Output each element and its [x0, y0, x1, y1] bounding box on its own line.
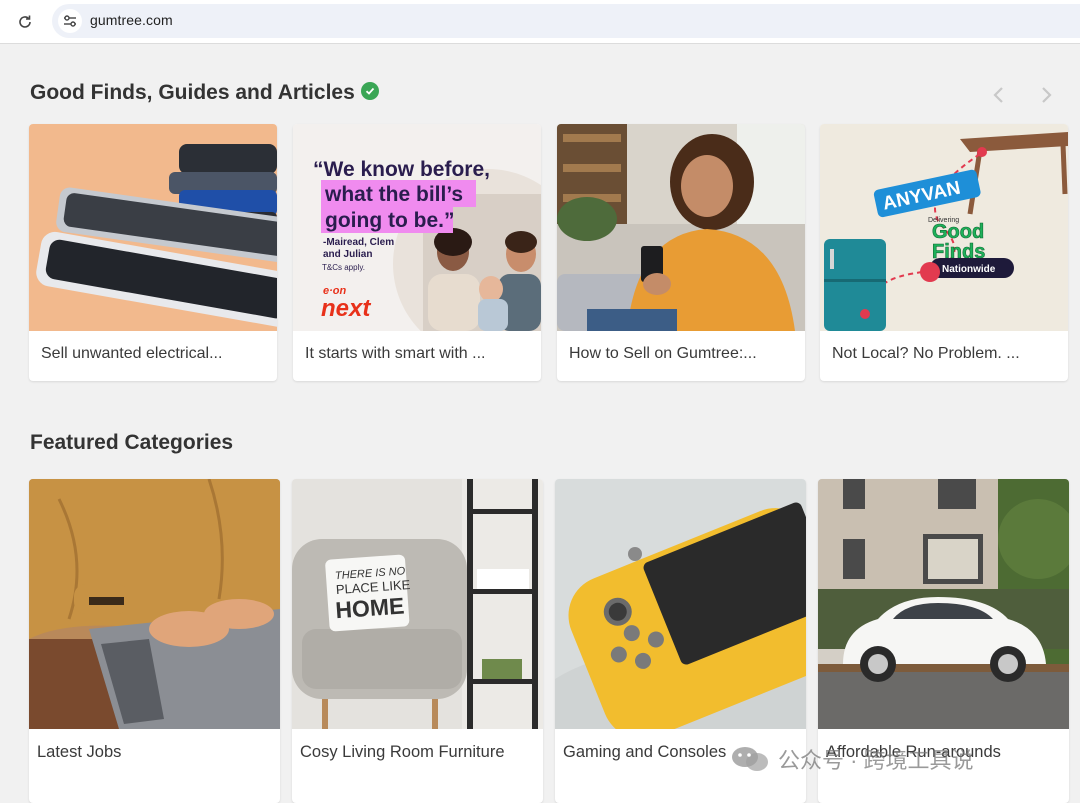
category-caption: Gaming and Consoles: [563, 743, 727, 761]
article-card-how-to-sell[interactable]: How to Sell on Gumtree:...: [557, 124, 805, 381]
url-text[interactable]: gumtree.com: [90, 12, 173, 28]
anyvan-ad-image: ANYVAN Delivering Good Finds Nationwide: [820, 124, 1068, 331]
armchair-image: THERE IS NO PLACE LIKE HOME: [292, 479, 543, 729]
nationwide-text: Nationwide: [942, 264, 996, 275]
wechat-icon: [730, 745, 770, 773]
carousel-prev-button[interactable]: [986, 82, 1012, 108]
category-card-furniture[interactable]: THERE IS NO PLACE LIKE HOME Cosy Living …: [292, 479, 543, 803]
article-caption: Not Local? No Problem. ...: [832, 345, 1020, 362]
tune-icon[interactable]: [58, 9, 82, 33]
pillow-line3: HOME: [334, 592, 405, 623]
watermark: 公众号 · 跨境工具说: [730, 742, 974, 776]
svg-text:and Julian: and Julian: [323, 249, 372, 260]
category-card-jobs[interactable]: Latest Jobs: [29, 479, 280, 803]
woman-phone-image: [557, 124, 805, 331]
laptop-typing-image: [29, 479, 280, 729]
article-card-electricals[interactable]: Sell unwanted electrical...: [29, 124, 277, 381]
check-badge-icon: [360, 82, 379, 100]
chevron-right-icon: [1042, 87, 1052, 103]
watermark-text: 公众号 · 跨境工具说: [778, 748, 974, 773]
ad-quote-line3: going to be.”: [325, 209, 454, 232]
article-caption: Sell unwanted electrical...: [41, 345, 223, 362]
article-caption: It starts with smart with ...: [305, 345, 486, 362]
browser-toolbar: gumtree.com: [0, 0, 1080, 44]
address-bar[interactable]: gumtree.com: [52, 4, 1080, 38]
svg-text:-Mairead, Clem: -Mairead, Clem: [323, 237, 394, 248]
good-text: Good: [932, 221, 984, 243]
article-card-not-local[interactable]: ANYVAN Delivering Good Finds Nationwide …: [820, 124, 1068, 381]
good-finds-title: Good Finds, Guides and Articles: [30, 81, 355, 104]
good-finds-heading: Good Finds, Guides and Articles: [30, 81, 379, 105]
featured-categories-title: Featured Categories: [30, 431, 234, 454]
ad-quote-line1: “We know before,: [313, 158, 490, 181]
console-image: [555, 479, 806, 729]
eon-ad-image: “We know before, what the bill’s going t…: [293, 124, 541, 331]
article-card-smart[interactable]: “We know before, what the bill’s going t…: [293, 124, 541, 381]
ad-tcs: T&Cs apply.: [322, 263, 365, 272]
article-caption: How to Sell on Gumtree:...: [569, 345, 757, 362]
chevron-left-icon: [993, 87, 1003, 103]
reload-icon[interactable]: [14, 11, 36, 33]
phones-image: [29, 124, 277, 331]
ad-quote-line2: what the bill’s: [324, 183, 463, 206]
category-caption: Latest Jobs: [37, 743, 122, 761]
carousel-next-button[interactable]: [1033, 82, 1059, 108]
category-caption: Cosy Living Room Furniture: [300, 743, 505, 761]
eon-logo-bottom: next: [321, 295, 371, 322]
car-image: [818, 479, 1069, 729]
